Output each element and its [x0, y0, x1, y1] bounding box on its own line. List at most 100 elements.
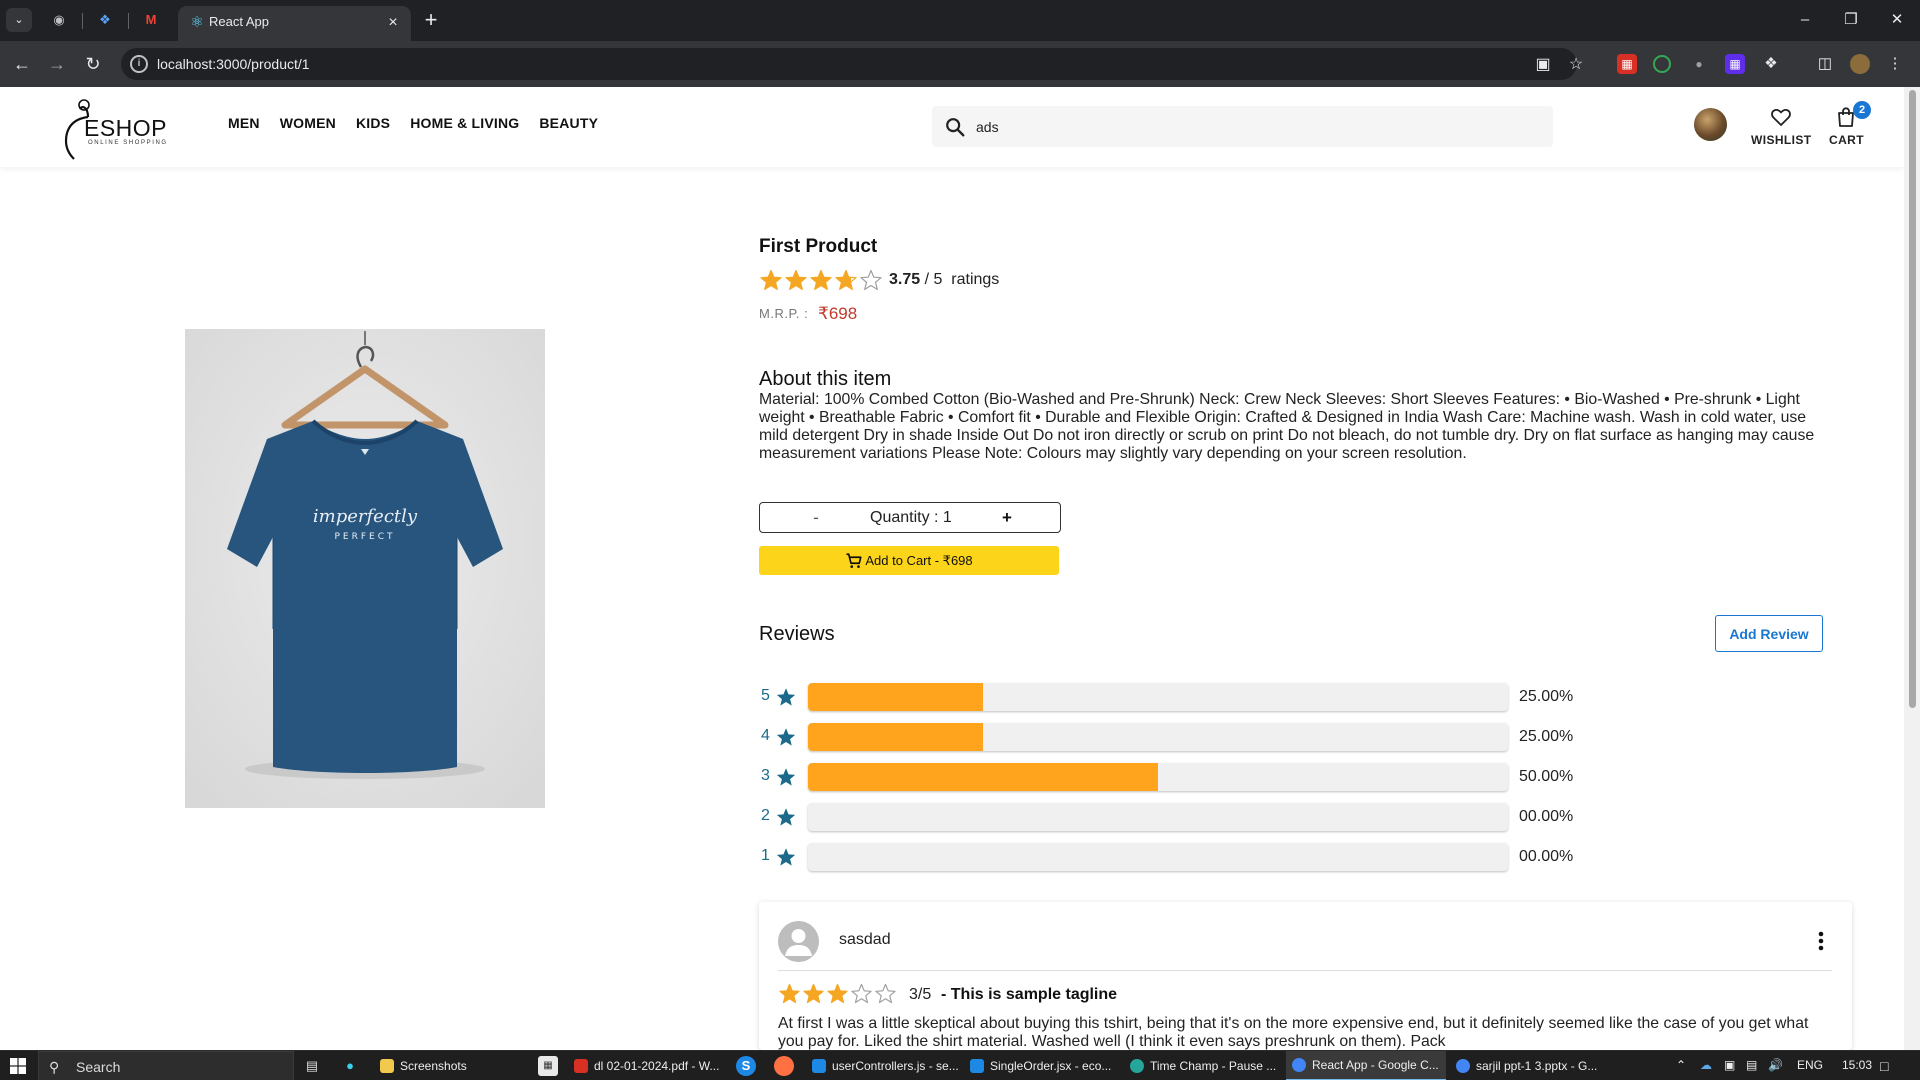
tray-app-icon[interactable]: ☁ — [1700, 1058, 1712, 1072]
tshirt-print-line1: imperfectly — [313, 506, 418, 527]
taskbar-app-vscode-2[interactable]: SingleOrder.jsx - eco... — [964, 1051, 1118, 1080]
vscode-icon — [812, 1059, 826, 1073]
rating-row-4: 4 25.00% — [759, 721, 1659, 753]
extension-2-icon[interactable] — [1653, 55, 1671, 73]
star-empty-icon — [860, 269, 882, 290]
omnibox[interactable]: i localhost:3000/product/1 ▣ ☆ — [121, 48, 1583, 80]
rating-summary: 3.75 / 5 ratings — [889, 271, 999, 289]
pinned-tab-1-icon[interactable]: ◉ — [48, 9, 70, 31]
cart-count-badge: 2 — [1853, 101, 1871, 119]
nav-item-home-living[interactable]: HOME & LIVING — [410, 115, 519, 131]
taskbar-app-label: Time Champ - Pause ... — [1150, 1059, 1277, 1073]
extension-3-icon[interactable]: ● — [1689, 54, 1709, 74]
rating-row-star: 3 — [761, 767, 770, 784]
nav-item-beauty[interactable]: BEAUTY — [539, 115, 598, 131]
clock-time[interactable]: 15:03 — [1842, 1058, 1872, 1072]
nav-item-women[interactable]: WOMEN — [280, 115, 336, 131]
rating-row-1: 1 00.00% — [759, 841, 1659, 873]
pinned-tab-2-icon[interactable]: ❖ — [94, 9, 116, 31]
extension-1-icon[interactable]: ▦ — [1617, 54, 1637, 74]
tab-search-dropdown-icon[interactable]: ⌄ — [6, 8, 32, 32]
review-score: 3/5 — [909, 986, 932, 1003]
rating-row-star: 4 — [761, 727, 770, 744]
add-review-button[interactable]: Add Review — [1715, 615, 1823, 652]
install-app-icon[interactable]: ▣ — [1532, 54, 1554, 76]
quantity-decrement-button[interactable]: - — [801, 507, 831, 529]
rating-bar-track — [808, 803, 1508, 831]
taskbar-app-screenshots[interactable]: Screenshots — [374, 1051, 526, 1080]
rating-bar-fill — [808, 683, 983, 711]
restore-icon[interactable]: ❐ — [1834, 8, 1868, 32]
windows-start-icon[interactable] — [10, 1058, 26, 1074]
product-rating-stars — [759, 268, 883, 292]
calendar-app-icon[interactable]: ▦ — [538, 1056, 558, 1076]
search-input[interactable] — [976, 115, 1536, 139]
tray-device-icon[interactable]: ▣ — [1724, 1058, 1735, 1072]
chrome-menu-icon[interactable]: ⋮ — [1885, 54, 1905, 74]
ratings-label: ratings — [951, 271, 1000, 288]
bookmark-star-icon[interactable]: ☆ — [1565, 54, 1587, 76]
edge-browser-icon[interactable]: ● — [340, 1056, 360, 1076]
pinned-tab-gmail-icon[interactable]: M — [140, 9, 162, 31]
star-icon — [776, 848, 796, 866]
chrome-icon — [1292, 1058, 1306, 1072]
more-options-icon[interactable] — [1809, 928, 1833, 954]
rating-row-percent: 00.00% — [1519, 808, 1574, 825]
taskbar-search[interactable]: ⚲ Search — [38, 1051, 294, 1080]
about-text: Material: 100% Combed Cotton (Bio-Washed… — [759, 391, 1815, 462]
taskbar-app-vscode-1[interactable]: userControllers.js - se... — [806, 1051, 960, 1080]
site-info-icon[interactable]: i — [130, 55, 148, 73]
tray-overflow-icon[interactable]: ⌃ — [1676, 1058, 1686, 1072]
taskbar-app-chrome-2[interactable]: sarjil ppt-1 3.pptx - G... — [1450, 1051, 1606, 1080]
tab-close-icon[interactable]: × — [383, 13, 403, 33]
search-bar — [932, 106, 1553, 147]
star-filled-icon — [827, 983, 848, 1004]
forward-arrow-icon[interactable]: → — [45, 52, 69, 76]
url-text[interactable]: localhost:3000/product/1 — [157, 56, 310, 72]
nav-item-kids[interactable]: KIDS — [356, 115, 390, 131]
star-empty-icon — [875, 983, 896, 1004]
add-to-cart-button[interactable]: Add to Cart - ₹698 — [759, 546, 1059, 575]
logo-text[interactable]: ESHOP — [84, 115, 167, 142]
tab-active[interactable]: ⚛ React App × — [178, 6, 411, 41]
taskbar-app-timechamp[interactable]: Time Champ - Pause ... — [1124, 1051, 1282, 1080]
rating-max: / 5 — [924, 271, 943, 288]
taskbar-app-chrome-active[interactable]: React App - Google C... — [1286, 1051, 1446, 1080]
side-panel-icon[interactable]: ◫ — [1815, 54, 1835, 74]
product-image[interactable]: imperfectly PERFECT — [185, 329, 545, 808]
windows-taskbar: ⚲ Search ▤ ● Screenshots ▦ dl 02-01-2024… — [0, 1050, 1920, 1080]
rating-bar-track — [808, 723, 1508, 751]
reload-icon[interactable]: ↻ — [81, 52, 105, 76]
taskbar-app-label: SingleOrder.jsx - eco... — [990, 1059, 1112, 1073]
search-icon[interactable] — [944, 116, 966, 138]
window-close-icon[interactable]: ✕ — [1880, 8, 1914, 32]
new-tab-button[interactable]: + — [418, 8, 444, 34]
user-avatar[interactable] — [1694, 108, 1727, 141]
rating-bar-track — [808, 843, 1508, 871]
extension-4-icon[interactable]: ▦ — [1725, 54, 1745, 74]
pdf-icon — [574, 1059, 588, 1073]
volume-icon[interactable]: 🔊 — [1768, 1058, 1783, 1072]
browser-address-bar: ← → ↻ i localhost:3000/product/1 ▣ ☆ ▦ ●… — [0, 41, 1920, 87]
back-arrow-icon[interactable]: ← — [10, 52, 34, 76]
cart-button[interactable]: 2 CART — [1829, 101, 1871, 147]
star-icon — [776, 728, 796, 746]
taskbar-app-pdf[interactable]: dl 02-01-2024.pdf - W... — [568, 1051, 728, 1080]
network-icon[interactable]: ▤ — [1746, 1058, 1757, 1072]
scrollbar-thumb[interactable] — [1909, 90, 1916, 708]
minimize-icon[interactable]: – — [1788, 8, 1822, 32]
language-indicator[interactable]: ENG — [1797, 1058, 1823, 1072]
quantity-increment-button[interactable]: + — [992, 507, 1022, 529]
review-tagline: - This is sample tagline — [941, 986, 1118, 1003]
skype-icon[interactable]: S — [736, 1056, 756, 1076]
postman-icon[interactable] — [774, 1056, 794, 1076]
extensions-puzzle-icon[interactable]: ❖ — [1761, 54, 1781, 74]
notifications-icon[interactable]: □ — [1880, 1058, 1888, 1074]
timechamp-icon — [1130, 1059, 1144, 1073]
wishlist-button[interactable]: WISHLIST — [1751, 105, 1812, 147]
task-view-icon[interactable]: ▤ — [302, 1056, 322, 1076]
tshirt-print-line2: PERFECT — [334, 532, 395, 542]
profile-avatar-icon[interactable] — [1850, 54, 1870, 74]
nav-item-men[interactable]: MEN — [228, 115, 260, 131]
site-header: ESHOP ONLINE SHOPPING MEN WOMEN KIDS HOM… — [0, 87, 1904, 167]
